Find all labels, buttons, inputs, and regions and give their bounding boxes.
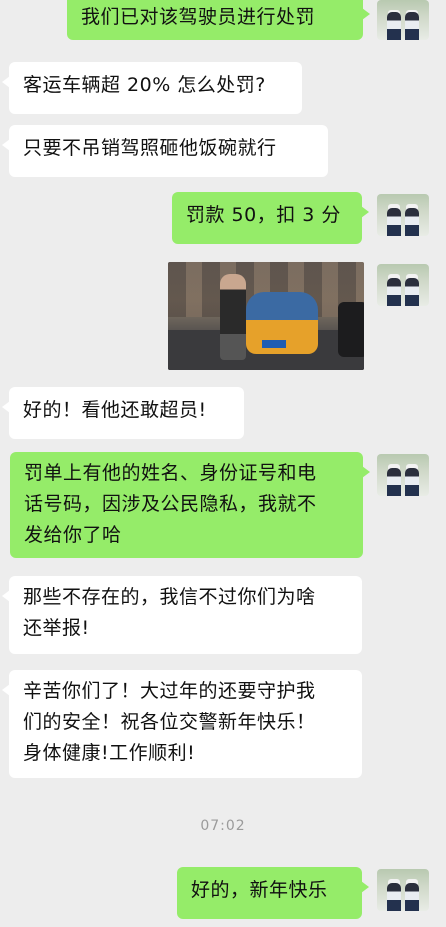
photo-car-overloaded[interactable]	[168, 262, 364, 370]
traffic-police-avatar-icon[interactable]	[377, 869, 429, 911]
traffic-police-avatar-icon[interactable]	[377, 454, 429, 496]
message-timestamp: 07:02	[200, 818, 246, 834]
traffic-police-avatar-icon[interactable]	[377, 194, 429, 236]
incoming-message[interactable]: 只要不吊销驾照砸他饭碗就行	[2, 125, 328, 177]
outgoing-message[interactable]: 我们已对该驾驶员进行处罚	[67, 0, 370, 40]
incoming-message[interactable]: 那些不存在的，我信不过你们为啥 还举报!	[2, 576, 362, 654]
outgoing-message[interactable]: 好的，新年快乐	[177, 867, 369, 919]
traffic-police-avatar-icon[interactable]	[377, 0, 429, 40]
outgoing-message[interactable]: 罚单上有他的姓名、身份证号和电 话号码，因涉及公民隐私，我就不 发给你了哈	[10, 452, 370, 558]
outgoing-message[interactable]: 罚款 50，扣 3 分	[172, 192, 369, 244]
photo-dark-car	[338, 302, 364, 357]
incoming-message[interactable]: 客运车辆超 20% 怎么处罚?	[2, 62, 302, 114]
photo-person	[220, 274, 246, 360]
photo-license-plate	[262, 340, 286, 348]
incoming-message[interactable]: 好的！看他还敢超员!	[2, 387, 244, 439]
traffic-police-avatar-icon[interactable]	[377, 264, 429, 306]
incoming-message[interactable]: 辛苦你们了！大过年的还要守护我 们的安全！祝各位交警新年快乐！ 身体健康!工作顺…	[2, 670, 362, 778]
